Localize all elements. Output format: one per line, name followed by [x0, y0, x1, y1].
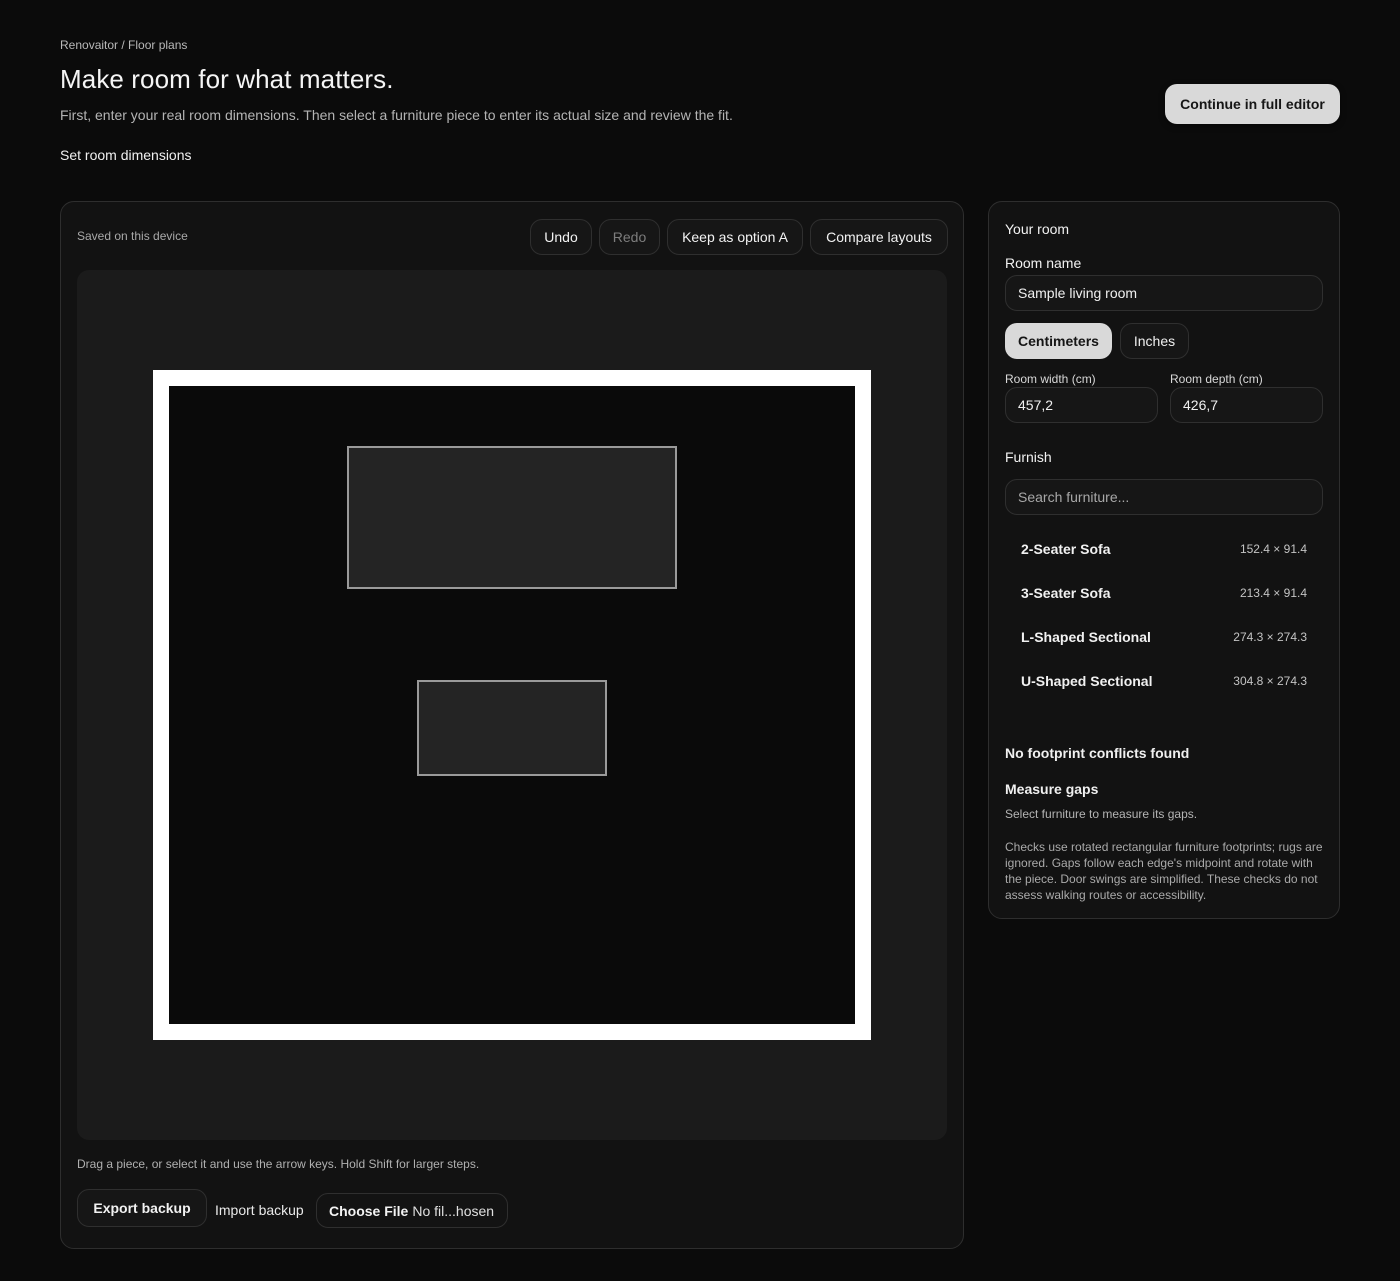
export-backup-button[interactable]: Export backup — [77, 1189, 207, 1227]
compare-layouts-button[interactable]: Compare layouts — [810, 219, 948, 255]
furnish-heading: Furnish — [1005, 449, 1052, 465]
room-width-input[interactable] — [1005, 387, 1158, 423]
room-depth-label: Room depth (cm) — [1170, 372, 1263, 386]
room-name-input[interactable] — [1005, 275, 1323, 311]
furniture-item-name: 3-Seater Sofa — [1021, 585, 1111, 601]
wall-corner-top-right — [863, 378, 871, 386]
redo-button[interactable]: Redo — [599, 219, 660, 255]
checks-disclaimer: Checks use rotated rectangular furniture… — [1005, 840, 1323, 902]
furniture-item-3-seater-sofa[interactable]: 3-Seater Sofa 213.4 × 91.4 — [1005, 573, 1323, 613]
conflicts-status: No footprint conflicts found — [1005, 745, 1190, 761]
page-subtitle: First, enter your real room dimensions. … — [60, 107, 733, 123]
keep-option-a-button[interactable]: Keep as option A — [667, 219, 803, 255]
room-name-label: Room name — [1005, 255, 1082, 271]
furniture-piece-table[interactable] — [417, 680, 607, 776]
canvas-hint: Drag a piece, or select it and use the a… — [77, 1157, 480, 1171]
room-width-label: Room width (cm) — [1005, 372, 1096, 386]
undo-button[interactable]: Undo — [530, 219, 592, 255]
furniture-item-u-shaped-sectional[interactable]: U-Shaped Sectional 304.8 × 274.3 — [1005, 661, 1323, 701]
wall-corner-top-left — [153, 378, 161, 386]
unit-centimeters-button[interactable]: Centimeters — [1005, 323, 1112, 359]
furniture-item-size: 152.4 × 91.4 — [1239, 542, 1307, 556]
editor-panel: Saved on this device Undo Redo Keep as o… — [60, 201, 964, 1249]
your-room-heading: Your room — [1005, 221, 1070, 237]
saved-status: Saved on this device — [77, 229, 188, 243]
import-file-input[interactable]: Choose File No fil...hosen — [316, 1193, 508, 1228]
furniture-search-input[interactable] — [1005, 479, 1323, 515]
breadcrumb: Renovaitor / Floor plans — [60, 38, 188, 52]
import-backup-label: Import backup — [215, 1202, 304, 1218]
measure-gaps-help: Select furniture to measure its gaps. — [1005, 807, 1198, 821]
file-name-display: No fil...hosen — [412, 1202, 495, 1219]
set-room-dimensions-link[interactable]: Set room dimensions — [60, 147, 192, 163]
furniture-item-name: 2-Seater Sofa — [1021, 541, 1111, 557]
floor-plan-canvas[interactable] — [77, 270, 947, 1140]
unit-inches-button[interactable]: Inches — [1120, 323, 1189, 359]
furniture-item-size: 274.3 × 274.3 — [1233, 630, 1307, 644]
room-depth-input[interactable] — [1170, 387, 1323, 423]
furniture-item-size: 213.4 × 91.4 — [1239, 586, 1307, 600]
furniture-piece-sofa[interactable] — [347, 446, 677, 589]
wall-corner-bottom-right — [855, 1032, 863, 1040]
furniture-item-name: U-Shaped Sectional — [1021, 673, 1153, 689]
measure-gaps-heading: Measure gaps — [1005, 781, 1099, 797]
room-settings-panel: Your room Room name Centimeters Inches R… — [988, 201, 1340, 919]
furniture-item-name: L-Shaped Sectional — [1021, 629, 1151, 645]
choose-file-button[interactable]: Choose File — [329, 1203, 408, 1219]
continue-full-editor-button[interactable]: Continue in full editor — [1165, 84, 1340, 124]
furniture-item-2-seater-sofa[interactable]: 2-Seater Sofa 152.4 × 91.4 — [1005, 529, 1323, 569]
furniture-item-l-shaped-sectional[interactable]: L-Shaped Sectional 274.3 × 274.3 — [1005, 617, 1323, 657]
wall-corner-bottom-left — [161, 1032, 169, 1040]
page-title: Make room for what matters. — [60, 64, 394, 94]
furniture-item-size: 304.8 × 274.3 — [1233, 674, 1307, 688]
